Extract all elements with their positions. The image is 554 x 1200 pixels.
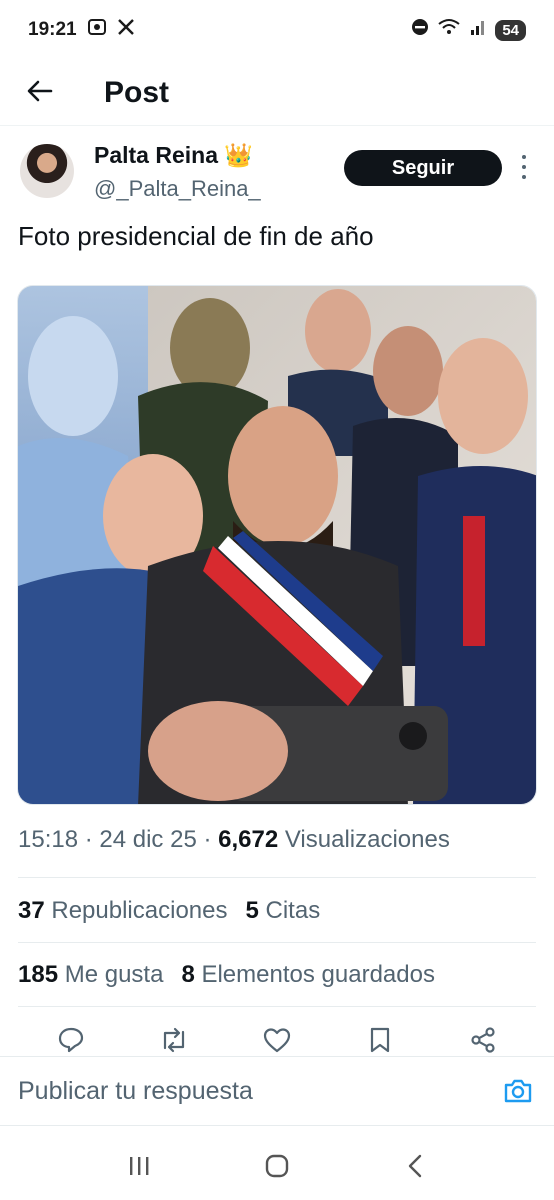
avatar[interactable] (20, 144, 74, 198)
home-button[interactable] (252, 1141, 302, 1191)
tweet-time: 15:18 (18, 826, 79, 853)
bookmarks-label: Elementos guardados (201, 961, 435, 988)
back-nav-button[interactable] (390, 1141, 440, 1191)
back-arrow-icon (27, 76, 53, 110)
divider (18, 1006, 536, 1007)
recent-apps-button[interactable] (114, 1141, 164, 1191)
reposts-label: Republicaciones (51, 897, 228, 924)
tweet-text: Foto presidencial de fin de año (18, 221, 374, 251)
system-nav-bar (0, 1132, 554, 1200)
tweet-date: 24 dic 25 (99, 826, 197, 853)
status-bar: 19:21 54 (0, 0, 554, 60)
back-button[interactable] (0, 60, 80, 126)
wifi-icon (437, 18, 461, 42)
page-title: Post (104, 75, 170, 109)
more-options-icon[interactable] (514, 152, 534, 182)
author-handle[interactable]: @_Palta_Reina_ (94, 176, 261, 202)
reply-input[interactable]: Publicar tu respuesta (18, 1077, 500, 1106)
share-icon[interactable] (463, 1020, 503, 1060)
x-app-icon (117, 18, 135, 42)
stats-row-reposts: 37 Republicaciones 5 Citas (18, 897, 320, 925)
dnd-icon (411, 18, 429, 42)
app-header: Post (0, 60, 554, 126)
tweet-meta: 15:18 · 24 dic 25 · 6,672 Visualizacione… (18, 826, 450, 853)
stats-row-likes: 185 Me gusta 8 Elementos guardados (18, 961, 435, 989)
reposts-stat[interactable]: 37 Republicaciones (18, 897, 227, 925)
author-display-name: Palta Reina (94, 142, 218, 168)
quotes-label: Citas (265, 897, 321, 924)
tweet-image[interactable] (17, 285, 537, 805)
like-icon[interactable] (257, 1020, 297, 1060)
battery-indicator: 54 (495, 19, 526, 41)
divider (18, 942, 536, 943)
bookmarks-stat[interactable]: 8 Elementos guardados (181, 961, 435, 989)
repost-icon[interactable] (154, 1020, 194, 1060)
quotes-count: 5 (245, 897, 259, 924)
divider (18, 877, 536, 878)
photo-illustration (18, 286, 536, 804)
screen-record-icon (87, 18, 107, 42)
author-name[interactable]: Palta Reina 👑 (94, 142, 253, 169)
views-label: Visualizaciones (284, 826, 450, 853)
views-count: 6,672 (218, 826, 279, 853)
author-row: Palta Reina 👑 @_Palta_Reina_ Seguir (0, 140, 554, 210)
home-icon (265, 1154, 289, 1178)
action-bar (0, 1020, 554, 1060)
reply-bar: Publicar tu respuesta (0, 1056, 554, 1126)
status-time: 19:21 (28, 19, 77, 40)
quotes-stat[interactable]: 5 Citas (245, 897, 320, 925)
recent-apps-icon (130, 1157, 149, 1175)
follow-button[interactable]: Seguir (344, 150, 502, 186)
crown-emoji: 👑 (224, 142, 253, 168)
reposts-count: 37 (18, 897, 45, 924)
reply-icon[interactable] (51, 1020, 91, 1060)
bookmark-icon[interactable] (360, 1020, 400, 1060)
likes-count: 185 (18, 961, 59, 988)
likes-label: Me gusta (64, 961, 164, 988)
camera-icon[interactable] (500, 1073, 536, 1109)
likes-stat[interactable]: 185 Me gusta (18, 961, 163, 989)
back-nav-icon (408, 1154, 422, 1178)
bookmarks-count: 8 (181, 961, 195, 988)
signal-icon (469, 18, 487, 42)
